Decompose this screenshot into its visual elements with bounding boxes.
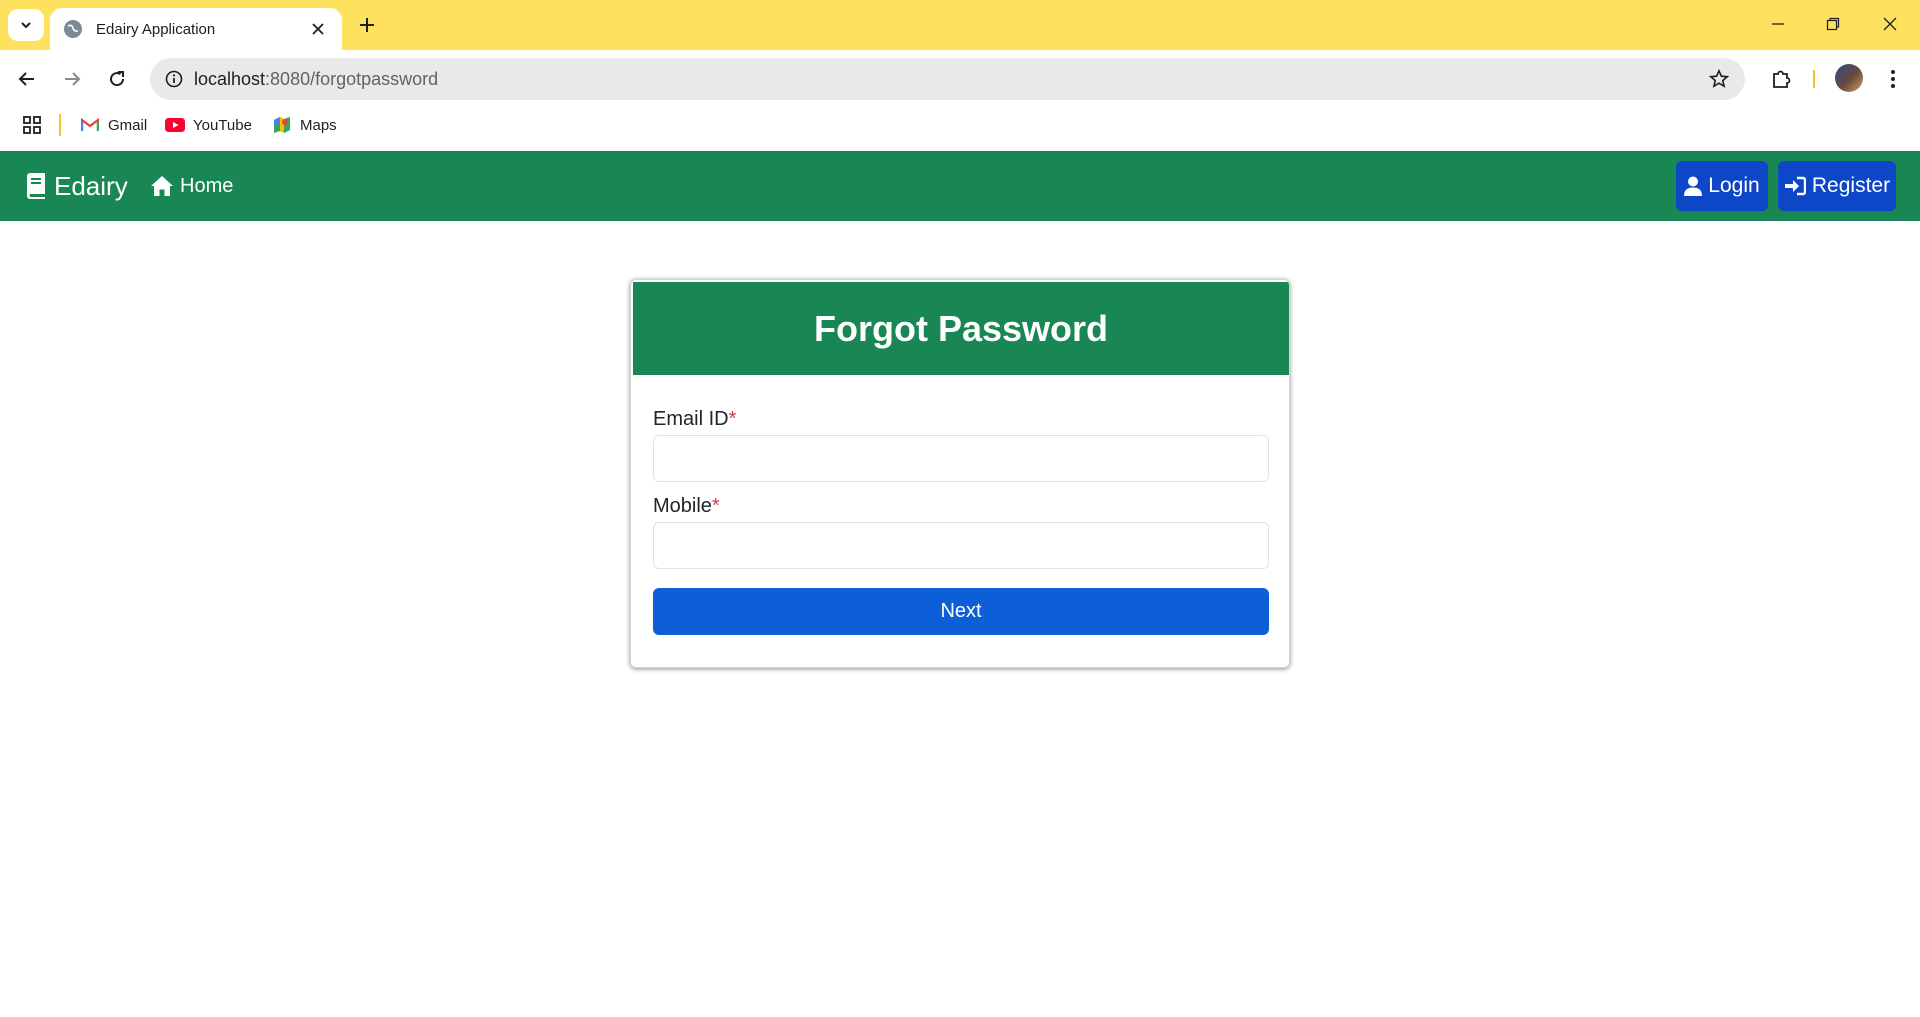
profile-avatar[interactable] (1835, 64, 1863, 92)
next-button-label: Next (940, 600, 982, 622)
url-host: localhost (194, 68, 266, 89)
toolbar-divider (1813, 70, 1815, 88)
close-tab-icon[interactable] (308, 19, 328, 39)
maps-icon (272, 117, 292, 133)
restore-button[interactable] (1805, 6, 1861, 42)
url-path: :8080/forgotpassword (265, 68, 439, 89)
browser-toolbar: localhost:8080/forgotpassword (0, 50, 1920, 108)
register-label: Register (1811, 174, 1891, 197)
gmail-icon (80, 117, 100, 133)
browser-tab-active[interactable]: Edairy Application (50, 8, 342, 50)
sign-in-icon (1784, 176, 1806, 196)
extensions-icon[interactable] (1765, 63, 1797, 95)
browser-tab-strip: Edairy Application (0, 0, 1920, 50)
brand-link[interactable]: Edairy (24, 167, 128, 205)
tab-search-button[interactable] (8, 9, 44, 41)
next-button[interactable]: Next (653, 588, 1269, 635)
arrow-right-icon (65, 72, 81, 86)
reload-icon (110, 71, 125, 87)
new-tab-button[interactable] (352, 10, 382, 40)
youtube-icon (165, 117, 185, 133)
apps-grid-icon[interactable] (22, 115, 42, 135)
back-button[interactable] (11, 63, 43, 95)
nav-home-label: Home (180, 174, 234, 197)
bookmarks-divider (59, 114, 61, 136)
minimize-button[interactable] (1750, 6, 1806, 42)
user-icon (1684, 176, 1703, 196)
bookmark-label: Maps (300, 116, 337, 134)
bookmark-label: YouTube (193, 116, 252, 134)
forgot-password-card: Forgot Password Email ID* Mobile* Next (630, 279, 1290, 668)
mobile-label-text: Mobile (653, 495, 712, 517)
home-icon (151, 176, 173, 196)
login-button[interactable]: Login (1676, 161, 1768, 211)
book-icon (27, 173, 45, 199)
reload-button[interactable] (101, 63, 133, 95)
email-field[interactable] (653, 435, 1269, 482)
bookmark-maps[interactable]: Maps (272, 113, 337, 137)
bookmark-star-icon[interactable] (1707, 67, 1731, 91)
brand-name: Edairy (54, 170, 128, 201)
card-header: Forgot Password (633, 282, 1289, 375)
tab-title: Edairy Application (96, 20, 216, 38)
register-button[interactable]: Register (1778, 161, 1896, 211)
login-label: Login (1708, 174, 1760, 197)
restore-icon (1826, 17, 1840, 31)
bookmark-gmail[interactable]: Gmail (80, 113, 147, 137)
bookmark-youtube[interactable]: YouTube (165, 113, 252, 137)
email-label-text: Email ID (653, 408, 729, 430)
globe-icon (64, 20, 82, 38)
address-bar[interactable]: localhost:8080/forgotpassword (150, 58, 1745, 100)
page-title: Forgot Password (813, 307, 1109, 349)
email-label: Email ID* (653, 408, 736, 431)
close-icon (1883, 17, 1897, 31)
app-navbar: Edairy Home Login Register (0, 151, 1920, 221)
chevron-down-icon (21, 22, 31, 29)
required-marker: * (711, 495, 720, 517)
bookmark-label: Gmail (108, 116, 148, 134)
nav-home-link[interactable]: Home (150, 169, 233, 203)
site-info-icon[interactable] (154, 58, 194, 100)
forward-button[interactable] (56, 63, 88, 95)
close-window-button[interactable] (1862, 6, 1918, 42)
mobile-label: Mobile* (653, 495, 720, 518)
plus-icon (360, 18, 374, 32)
minimize-icon (1772, 23, 1784, 25)
url-text: localhost:8080/forgotpassword (194, 69, 438, 90)
mobile-field[interactable] (653, 522, 1269, 569)
required-marker: * (728, 408, 737, 430)
arrow-left-icon (18, 72, 34, 86)
more-menu-icon[interactable] (1877, 63, 1909, 95)
